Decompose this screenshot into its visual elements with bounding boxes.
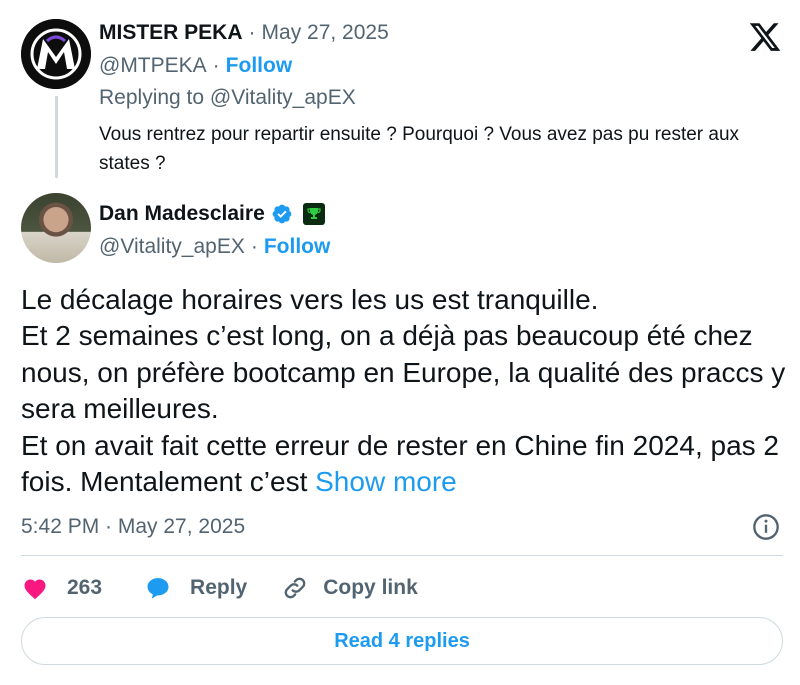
replying-to-label[interactable]: Replying to @Vitality_apEX — [99, 86, 356, 110]
tweet-actions-bar: 263 Reply Copy link — [21, 572, 418, 604]
main-author-name[interactable]: Dan Madesclaire — [99, 202, 265, 226]
main-handle-row: @Vitality_apEX · Follow — [99, 234, 330, 260]
thread-connector-line — [55, 96, 58, 178]
parent-author-name[interactable]: MISTER PEKA — [99, 21, 243, 45]
link-icon — [284, 577, 306, 599]
mister-peka-avatar[interactable] — [21, 19, 91, 89]
tweet-text-line: Le décalage horaires vers les us est tra… — [21, 284, 599, 315]
like-button[interactable]: 263 — [21, 574, 102, 602]
copy-link-label: Copy link — [323, 576, 418, 599]
verified-badge-icon — [272, 204, 292, 224]
x-logo-icon[interactable] — [747, 20, 783, 54]
parent-tweet-text: Vous rentrez pour repartir ensuite ? Pou… — [99, 124, 740, 174]
tweet-embed-card: MISTER PEKA · May 27, 2025 @MTPEKA · Fol… — [0, 0, 800, 685]
parent-follow-button[interactable]: Follow — [226, 54, 293, 78]
show-more-link[interactable]: Show more — [315, 466, 457, 497]
copy-link-button[interactable]: Copy link — [281, 574, 418, 602]
parent-handle-separator: · — [212, 54, 220, 77]
speech-bubble-icon — [147, 578, 169, 599]
read-replies-button[interactable]: Read 4 replies — [21, 617, 783, 665]
tweet-timestamp[interactable]: 5:42 PM · May 27, 2025 — [21, 513, 245, 541]
dan-madesclaire-avatar[interactable] — [21, 193, 91, 263]
divider — [21, 555, 783, 556]
trophy-affiliate-icon — [302, 203, 325, 225]
parent-handle-row: @MTPEKA · Follow — [99, 53, 292, 79]
reply-label: Reply — [190, 576, 248, 599]
main-handle-separator: · — [250, 235, 258, 258]
tweet-text-line-last: Et on avait fait cette erreur de rester … — [21, 428, 791, 501]
parent-author-row: MISTER PEKA · May 27, 2025 — [99, 20, 389, 46]
main-handle[interactable]: @Vitality_apEX — [99, 235, 245, 259]
heart-icon — [24, 579, 46, 600]
main-author-row: Dan Madesclaire — [99, 199, 325, 229]
parent-handle[interactable]: @MTPEKA — [99, 54, 207, 78]
main-tweet-text: Le décalage horaires vers les us est tra… — [21, 282, 791, 500]
reply-button[interactable]: Reply — [144, 574, 247, 602]
like-count: 263 — [67, 576, 103, 599]
info-icon[interactable] — [752, 513, 780, 541]
parent-separator: · — [248, 21, 256, 44]
main-follow-button[interactable]: Follow — [264, 235, 331, 259]
parent-date[interactable]: May 27, 2025 — [262, 21, 389, 45]
tweet-text-line: Et 2 semaines c’est long, on a déjà pas … — [21, 320, 786, 425]
